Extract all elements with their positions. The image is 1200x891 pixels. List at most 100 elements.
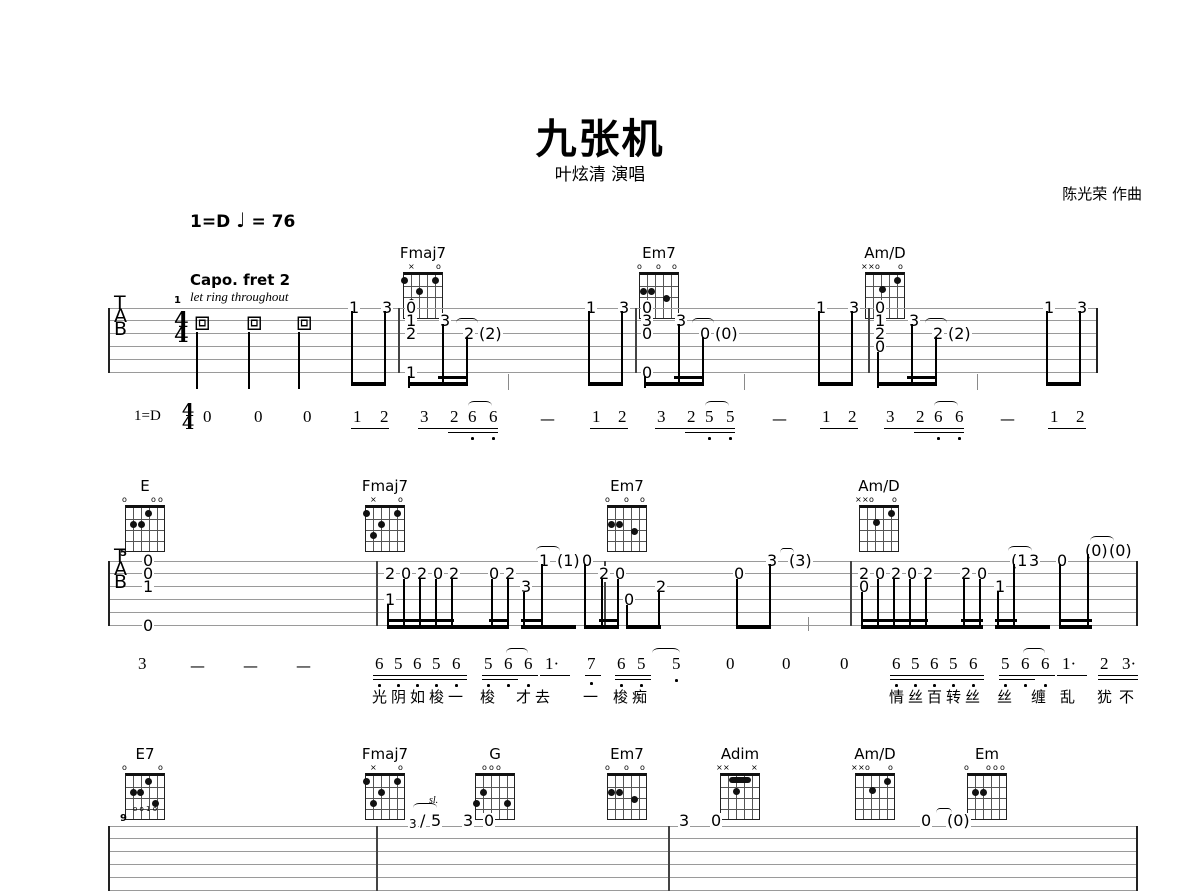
tempo-key: 1=D (190, 212, 231, 232)
mute-x-icon: × (862, 495, 869, 504)
lyric-syllable: 丝 (965, 688, 981, 706)
jianpu-sustain-dash: — (243, 657, 258, 675)
lyric-syllable: 阴 (391, 688, 407, 706)
chord-name: Am/D (858, 477, 900, 495)
tab-fret-number: 2 (932, 324, 945, 343)
tempo-marking: 1=D ♩ = 76 (190, 208, 295, 232)
tab-fret-number: 1 (1043, 298, 1056, 317)
open-o-icon: o (436, 262, 441, 271)
jianpu-note: 2 (848, 407, 857, 426)
tab-fret-number: 2 (384, 564, 397, 583)
tab-staff-1: T A B 44 ⧈ ⧈ ⧈ 1 3 0 1 2 1 3 2 (2) 1 3 0… (108, 294, 1099, 390)
tab-fret-number: 1 (384, 590, 397, 609)
fretboard-grid (720, 773, 760, 820)
tab-fret-number: 0 (488, 564, 501, 583)
jianpu-sustain-dash: — (190, 657, 205, 675)
chord-diagram-em7-2: Em7 o o o (600, 477, 654, 552)
tab-fret-number: 3 (848, 298, 861, 317)
lyric-syllable: 光 (372, 688, 388, 706)
jianpu-note: 3 (886, 407, 895, 426)
jianpu-note: 0 (840, 654, 849, 673)
jianpu-note: 5 (911, 654, 920, 673)
open-o-icon: o (605, 495, 610, 504)
jianpu-note: 6 (617, 654, 626, 673)
jianpu-note: 5 (432, 654, 441, 673)
tab-fret-number: 0 (858, 577, 871, 596)
jianpu-note: 5 (484, 654, 493, 673)
open-o-icon: o (158, 763, 163, 772)
lyric-syllable: 丝 (997, 688, 1013, 706)
mute-x-icon: × (723, 763, 730, 772)
composer-credit: 陈光荣 作曲 (1062, 185, 1142, 203)
mute-x-icon: × (855, 495, 862, 504)
lyric-syllable: 犹 (1097, 688, 1113, 706)
open-mute-markers: o o o o (960, 764, 1014, 773)
jianpu-note: 3 (420, 407, 429, 426)
tab-fret-number: 1 (348, 298, 361, 317)
fretboard-grid (855, 773, 895, 820)
tab-fret-number: 2 (655, 577, 668, 596)
measure-number-1: 1 (174, 295, 181, 306)
open-o-icon: o (656, 262, 661, 271)
jianpu-note: 2 (380, 407, 389, 426)
tab-fret-number: 3 (439, 311, 452, 330)
jianpu-note: 6 (413, 654, 422, 673)
open-mute-markers: × o (358, 764, 412, 773)
fretboard-grid (967, 773, 1007, 820)
chord-diagram-e7: E7 o o o o 1 o (118, 745, 172, 820)
tab-fret-number: 3 (1076, 298, 1089, 317)
jianpu-sustain-dash: — (772, 410, 787, 428)
jianpu-note: 2 (1100, 654, 1109, 673)
open-o-icon: o (964, 763, 969, 772)
mute-x-icon: × (861, 262, 868, 271)
jianpu-sustain-dash: — (296, 657, 311, 675)
jianpu-note: 0 (203, 407, 212, 426)
lyric-syllable: 情 (889, 688, 905, 706)
open-o-icon: o (624, 495, 629, 504)
jianpu-note: 1· (1062, 654, 1077, 673)
sheet-music-page: 九张机 叶炫清 演唱 陈光荣 作曲 1=D ♩ = 76 Capo. fret … (0, 0, 1200, 891)
jianpu-note: 3 (657, 407, 666, 426)
jianpu-note: 0 (303, 407, 312, 426)
open-o-icon: o (122, 495, 127, 504)
measure-number-9: 9 (120, 813, 127, 824)
lyric-syllable: 转 (946, 688, 962, 706)
tab-staff-2: T A B 0 0 1 0 2 0 2 0 2 1 0 2 3 1 (1) 0 … (108, 536, 1139, 634)
chord-name: Fmaj7 (361, 745, 409, 763)
chord-diagram-e: E o o o (118, 477, 172, 552)
open-o-icon: o (398, 495, 403, 504)
open-o-icon: o (892, 495, 897, 504)
lyric-syllable: 不 (1119, 688, 1135, 706)
chord-name: Em7 (610, 477, 644, 495)
tab-fret-number: 0 (699, 324, 712, 343)
tab-fret-number: 2 (960, 564, 973, 583)
chord-diagram-amd-2: Am/D × × o o (852, 477, 906, 552)
tab-fret-number-tied: (0) (714, 324, 739, 343)
open-mute-markers: × o (396, 263, 450, 272)
slide-icon: / (419, 811, 427, 830)
lyric-syllable: 去 (535, 688, 551, 706)
open-mute-markers: o o o (118, 496, 172, 505)
open-o-icon: o (898, 262, 903, 271)
chord-diagram-em: Em o o o o (960, 745, 1014, 820)
tab-fret-number: 0 (976, 564, 989, 583)
open-mute-markers: o o o (600, 764, 654, 773)
chord-name: Fmaj7 (361, 477, 409, 495)
jianpu-note: 0 (254, 407, 263, 426)
tab-fret-number: 0 (432, 564, 445, 583)
jianpu-note: 1 (1050, 407, 1059, 426)
chord-name: Am/D (864, 244, 906, 262)
lyric-syllable: 缠 (1031, 688, 1047, 706)
open-o-icon: o (624, 763, 629, 772)
open-o-icon: o (672, 262, 677, 271)
open-mute-markers: × × o o (852, 496, 906, 505)
jianpu-note: 0 (782, 654, 791, 673)
time-signature-jianpu: 44 (181, 400, 195, 434)
mute-x-icon: × (868, 262, 875, 271)
quarter-rest: ⧈ (194, 307, 211, 337)
lyric-syllable: 梭 (613, 688, 629, 706)
jianpu-note: 7 (587, 654, 596, 673)
fretboard-grid (859, 505, 899, 552)
open-mute-markers: × × o o (848, 764, 902, 773)
lyric-syllable: 一 (448, 688, 464, 706)
